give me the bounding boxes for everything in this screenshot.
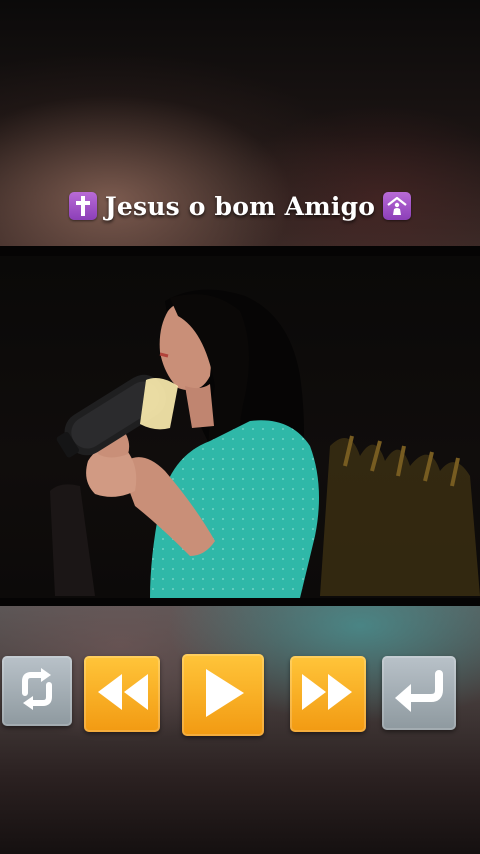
return-arrow-icon [391, 668, 447, 718]
singer-illustration [50, 289, 480, 598]
video-bottom-border [0, 598, 480, 606]
latin-cross-icon [68, 192, 97, 220]
video-top-border [0, 246, 480, 256]
video-frame[interactable] [0, 256, 480, 598]
song-title-bar: Jesus o bom Amigo [0, 186, 480, 226]
play-button[interactable] [182, 654, 264, 736]
return-button[interactable] [382, 656, 456, 730]
repeat-button[interactable] [2, 656, 72, 726]
previous-button[interactable] [84, 656, 160, 732]
play-icon [198, 665, 248, 725]
place-of-worship-icon [383, 192, 412, 220]
rewind-icon [92, 670, 152, 718]
playback-controls [0, 652, 480, 738]
repeat-icon [11, 663, 63, 719]
fast-forward-icon [298, 670, 358, 718]
song-title: Jesus o bom Amigo [104, 191, 376, 221]
next-button[interactable] [290, 656, 366, 732]
